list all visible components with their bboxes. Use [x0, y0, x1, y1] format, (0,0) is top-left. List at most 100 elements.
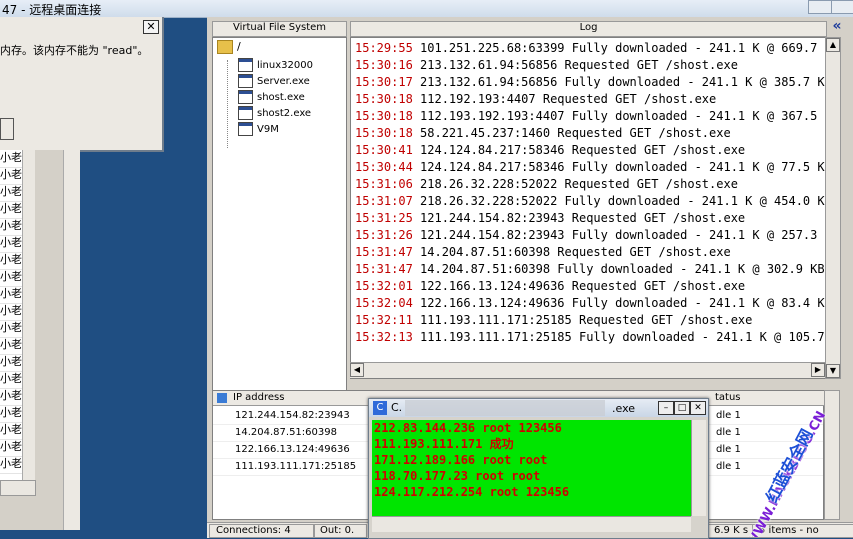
log-line: 15:30:18 112.193.192.193:4407 Fully down… [355, 108, 827, 125]
log-line: 15:32:04 122.166.13.124:49636 Fully down… [355, 295, 826, 312]
file-icon [238, 90, 253, 104]
log-timestamp: 15:30:17 [355, 75, 413, 89]
log-line: 15:30:18 112.192.193:4407 Requested GET … [355, 91, 716, 108]
file-icon [238, 74, 253, 88]
log-message: 124.124.84.217:58346 Fully downloaded - … [420, 160, 827, 174]
log-message: 122.166.13.124:49636 Requested GET /shos… [420, 279, 746, 293]
list-item[interactable]: 小老 [0, 167, 22, 185]
list-item[interactable]: 小老 [0, 235, 22, 253]
log-message: 111.193.111.171:25185 Requested GET /sho… [420, 313, 753, 327]
console-window: C C. .exe – □ ✕ 212.83.144.236 root 1234… [368, 398, 709, 539]
log-line: 15:30:41 124.124.84.217:58346 Requested … [355, 142, 745, 159]
status-out: Out: 0. [313, 524, 367, 538]
window-title: 47 - 远程桌面连接 [2, 3, 102, 17]
list-item[interactable]: 小老 [0, 286, 22, 304]
dialog-message: 内存。该内存不能为 "read"。 [0, 44, 149, 57]
console-horizontal-scrollbar[interactable] [372, 516, 691, 532]
tree-item-server-exe[interactable]: Server.exe [238, 74, 310, 89]
tree-item-label: V9M [257, 124, 279, 135]
log-line: 15:30:17 213.132.61.94:56856 Fully downl… [355, 74, 827, 91]
log-timestamp: 15:30:16 [355, 58, 413, 72]
tree-item-label: Server.exe [257, 76, 310, 87]
log-message: 112.193.192.193:4407 Fully downloaded - … [420, 109, 827, 123]
log-message: 218.26.32.228:52022 Fully downloaded - 2… [420, 194, 827, 208]
watermark-name: 红蓝安全网 [762, 425, 817, 506]
log-message: 124.124.84.217:58346 Requested GET /shos… [420, 143, 746, 157]
log-timestamp: 15:31:06 [355, 177, 413, 191]
console-title: C. [391, 401, 403, 414]
log-line: 15:32:13 111.193.111.171:25185 Fully dow… [355, 329, 826, 346]
ip-cell: 121.244.154.82:23943 [235, 410, 350, 421]
list-item[interactable]: 小老 [0, 405, 22, 423]
close-icon[interactable]: ✕ [690, 401, 706, 415]
file-icon [238, 122, 253, 136]
list-item[interactable]: 小老 [0, 371, 22, 389]
list-item[interactable]: 小老 [0, 184, 22, 202]
scroll-down-icon[interactable]: ▼ [826, 364, 840, 378]
log-timestamp: 15:31:47 [355, 245, 413, 259]
log-message: 14.204.87.51:60398 Fully downloaded - 24… [420, 262, 827, 276]
log-line: 15:32:01 122.166.13.124:49636 Requested … [355, 278, 745, 295]
list-item[interactable]: 小老 [0, 269, 22, 287]
restore-button[interactable] [808, 0, 832, 14]
tree-root[interactable]: / [217, 40, 241, 54]
list-item[interactable]: 小老 [0, 320, 22, 338]
tree-item-label: linux32000 [257, 60, 313, 71]
list-item[interactable]: 小老 [0, 252, 22, 270]
list-item[interactable]: 小老 [0, 303, 22, 321]
console-vertical-scrollbar[interactable] [691, 420, 706, 516]
list-item[interactable]: 小老 [0, 354, 22, 372]
log-message: 218.26.32.228:52022 Requested GET /shost… [420, 177, 738, 191]
log-line: 15:31:25 121.244.154.82:23943 Requested … [355, 210, 745, 227]
collapse-icon[interactable]: « [825, 19, 849, 34]
tree-item-linux32000[interactable]: linux32000 [238, 58, 313, 73]
tree-item-shost2-exe[interactable]: shost2.exe [238, 106, 311, 121]
close-icon[interactable]: ✕ [143, 20, 159, 34]
list-item[interactable]: 小老 [0, 337, 22, 355]
scroll-up-icon[interactable]: ▲ [826, 38, 840, 52]
tree-item-v9m[interactable]: V9M [238, 122, 279, 137]
log-line: 15:31:47 14.204.87.51:60398 Requested GE… [355, 244, 731, 261]
scroll-right-icon[interactable]: ▶ [811, 363, 825, 377]
console-line: 118.70.177.23 root root [374, 469, 541, 483]
console-line: 212.83.144.236 root 123456 [374, 421, 562, 435]
tree-item-shost-exe[interactable]: shost.exe [238, 90, 305, 105]
log-timestamp: 15:30:18 [355, 126, 413, 140]
tree-connector [227, 60, 229, 148]
list-item[interactable]: 小老 [0, 456, 22, 474]
file-icon [238, 58, 253, 72]
log-message: 213.132.61.94:56856 Fully downloaded - 2… [420, 75, 827, 89]
log-timestamp: 15:31:47 [355, 262, 413, 276]
minimize-icon[interactable]: – [658, 401, 674, 415]
list-item[interactable]: 小老 [0, 439, 22, 457]
dialog-ok-button[interactable] [0, 118, 14, 140]
console-line: 111.193.111.171 成功 [374, 437, 514, 451]
ip-cell: 14.204.87.51:60398 [235, 427, 337, 438]
log-panel: 15:29:55 101.251.225.68:63399 Fully down… [350, 37, 827, 379]
console-titlebar[interactable]: C C. .exe – □ ✕ [369, 399, 708, 417]
list-item[interactable]: 小老 [0, 218, 22, 236]
status-connections: Connections: 4 [209, 524, 315, 538]
column-header-ip-label: IP address [233, 392, 285, 403]
log-timestamp: 15:30:41 [355, 143, 413, 157]
scroll-left-icon[interactable]: ◀ [350, 363, 364, 377]
log-timestamp: 15:32:11 [355, 313, 413, 327]
console-line: 171.12.189.166 root root [374, 453, 548, 467]
background-list-scrollbar[interactable] [22, 150, 35, 484]
maximize-icon[interactable]: □ [674, 401, 690, 415]
console-title-suffix: .exe [612, 402, 636, 415]
list-item[interactable]: 小老 [0, 422, 22, 440]
close-button[interactable] [831, 0, 853, 14]
list-item[interactable]: 小老 [0, 388, 22, 406]
background-list-hscroll[interactable] [0, 480, 36, 496]
watermark: WWW.HACKBLOG.CN 红蓝安全网 [718, 389, 853, 537]
home-folder-icon [217, 40, 233, 54]
rdp-titlebar: 47 - 远程桌面连接 [0, 0, 853, 18]
file-icon [238, 106, 253, 120]
list-item[interactable]: 小老 [0, 201, 22, 219]
log-horizontal-scrollbar[interactable]: ◀ ▶ [350, 362, 825, 378]
log-message: 112.192.193:4407 Requested GET /shost.ex… [420, 92, 717, 106]
log-vertical-scrollbar[interactable]: ▲ ▼ [825, 37, 841, 379]
column-header-ip[interactable]: IP address [213, 391, 372, 406]
list-item[interactable]: 小老 [0, 150, 22, 168]
